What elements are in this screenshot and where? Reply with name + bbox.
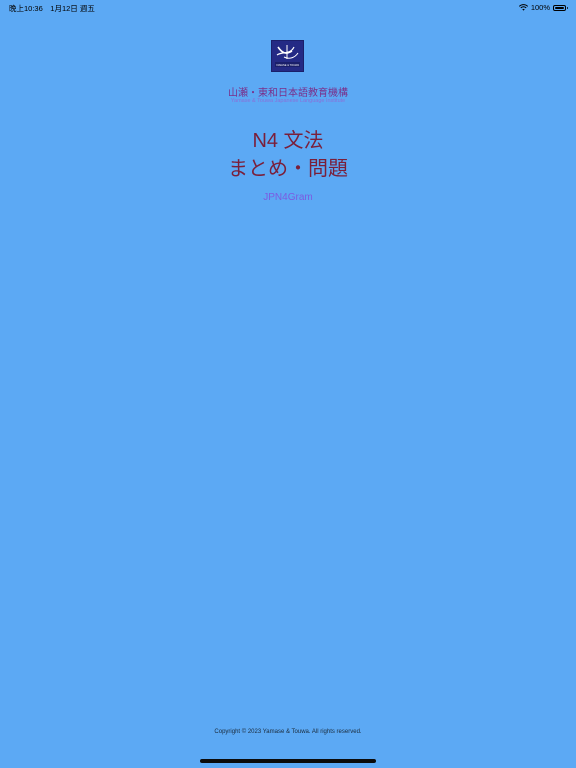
battery-icon [553,4,568,11]
page-title-line2: まとめ・問題 [228,158,348,180]
home-indicator[interactable] [200,759,376,763]
org-name-ja: 山瀬・東和日本語教育機構 [228,88,348,99]
battery-fill [555,6,564,9]
org-name-en: Yamase & Touwa Japanese Language Institu… [230,98,346,104]
page-title-line1: N4 文法 [252,130,324,152]
battery-percent: 100% [530,3,550,12]
wifi-icon [518,4,528,11]
copyright-text: Copyright © 2023 Yamase & Touwa. All rig… [214,729,362,735]
app-code: JPN4Gram [263,192,313,203]
status-bar: 晚上10:36 1月12日 週五 100% [0,0,576,14]
logo-text: YAMASE & TOUWA [276,63,300,67]
status-time-date: 晚上10:36 1月12日 週五 [9,4,95,13]
institute-logo: YAMASE & TOUWA [271,40,304,72]
status-indicators: 100% [518,3,568,12]
